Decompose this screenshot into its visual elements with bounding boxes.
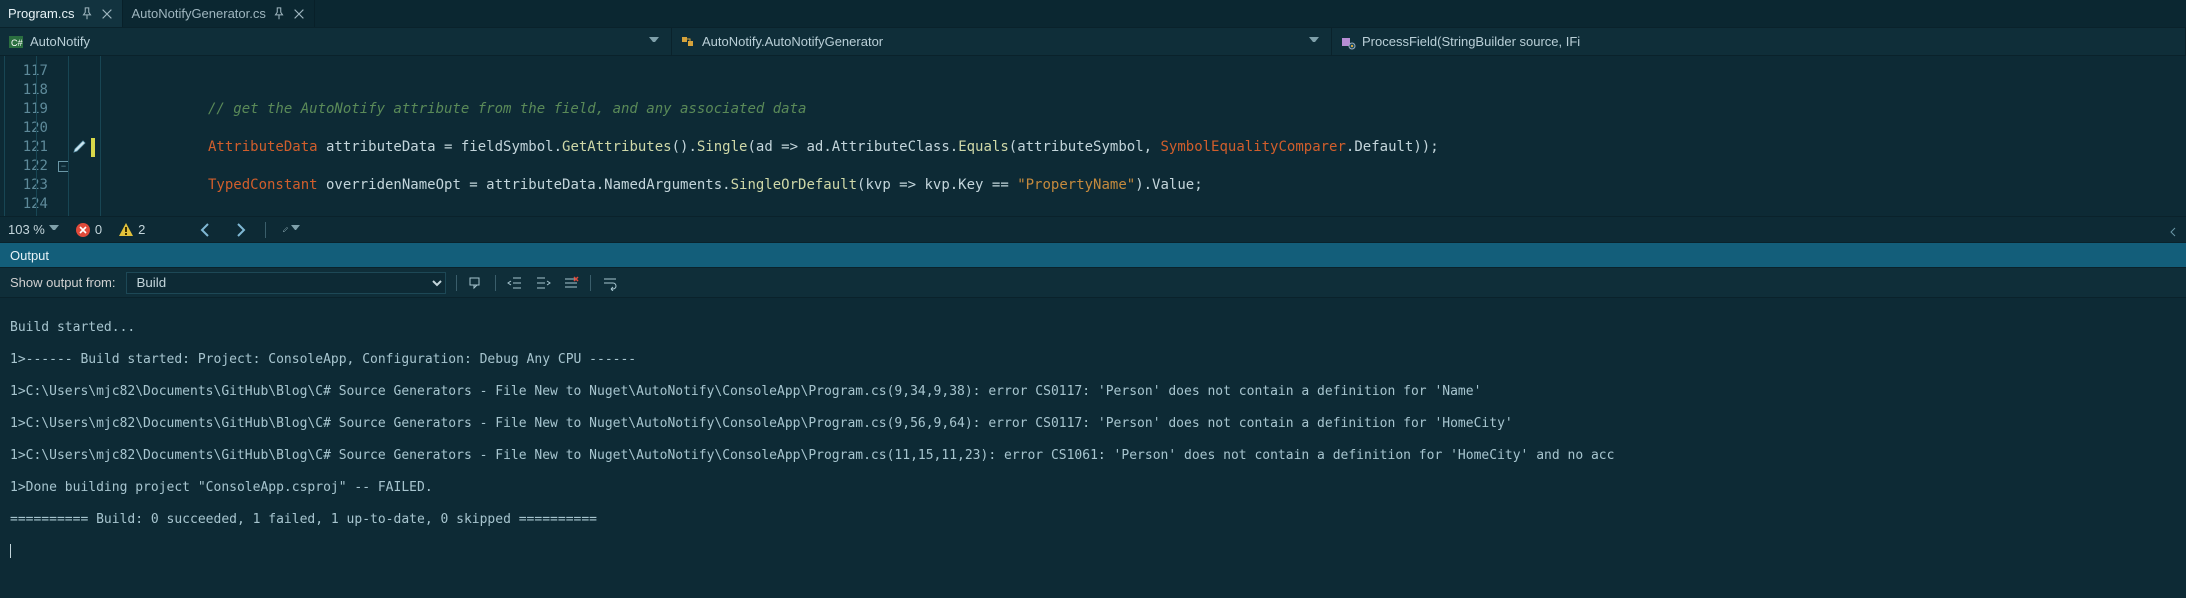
nav-scope-text: AutoNotify (30, 34, 90, 49)
line-number: 121 (0, 138, 48, 157)
line-number: 117 (0, 62, 48, 81)
nav-class-dropdown[interactable]: AutoNotify.AutoNotifyGenerator (672, 28, 1332, 55)
chevron-down-icon[interactable] (49, 225, 59, 235)
chevron-down-icon[interactable] (649, 35, 663, 49)
separator (495, 275, 496, 291)
tab-label: AutoNotifyGenerator.cs (131, 6, 265, 21)
code-token: // get the AutoNotify attribute from the… (208, 101, 806, 117)
warning-icon (118, 222, 134, 238)
output-line: 1>C:\Users\mjc82\Documents\GitHub\Blog\C… (10, 384, 2176, 400)
nav-member-dropdown[interactable]: ProcessField(StringBuilder source, IFi (1332, 28, 2186, 55)
error-number: 0 (95, 222, 102, 237)
output-panel-title[interactable]: Output (0, 242, 2186, 268)
tab-autonotifygenerator-cs[interactable]: AutoNotifyGenerator.cs (123, 0, 314, 27)
output-line: 1>Done building project "ConsoleApp.cspr… (10, 480, 2176, 496)
zoom-dropdown[interactable]: 103 % (8, 222, 59, 237)
document-tabstrip: Program.cs AutoNotifyGenerator.cs (0, 0, 2186, 28)
output-line: ========== Build: 0 succeeded, 1 failed,… (10, 512, 2176, 528)
line-number: 118 (0, 81, 48, 100)
code-token: overridenNameOpt = attributeData.NamedAr… (318, 177, 731, 193)
close-icon[interactable] (100, 7, 114, 21)
line-number: 120 (0, 119, 48, 138)
line-number-gutter: 117 118 119 120 121 122 123 124 (0, 56, 56, 216)
pin-icon[interactable] (272, 7, 286, 21)
nav-class-text: AutoNotify.AutoNotifyGenerator (702, 34, 883, 49)
scroll-left-icon[interactable] (2168, 225, 2178, 235)
error-count[interactable]: 0 (75, 222, 102, 238)
warning-count[interactable]: 2 (118, 222, 145, 238)
nav-back-button[interactable] (197, 221, 215, 239)
close-icon[interactable] (292, 7, 306, 21)
line-number: 123 (0, 176, 48, 195)
indent-right-icon[interactable] (534, 274, 552, 292)
output-caret (10, 544, 11, 558)
class-icon (680, 34, 696, 50)
svg-text:C#: C# (11, 38, 23, 48)
warning-number: 2 (138, 222, 145, 237)
error-icon (75, 222, 91, 238)
change-indicator (91, 138, 95, 157)
marker-gutter: − (56, 56, 96, 216)
chevron-down-icon[interactable] (1309, 35, 1323, 49)
code-token: "PropertyName" (1017, 177, 1135, 193)
code-token: GetAttributes (562, 139, 672, 155)
code-editor[interactable]: 117 118 119 120 121 122 123 124 − // get… (0, 56, 2186, 216)
show-output-label: Show output from: (10, 275, 116, 290)
indent-left-icon[interactable] (506, 274, 524, 292)
navigation-bar: C# AutoNotify AutoNotify.AutoNotifyGener… (0, 28, 2186, 56)
output-panel-toolbar: Show output from: Build (0, 268, 2186, 298)
csharp-file-icon: C# (8, 34, 24, 50)
line-number: 119 (0, 100, 48, 119)
zoom-value: 103 % (8, 222, 45, 237)
clear-all-icon[interactable] (562, 274, 580, 292)
code-area[interactable]: // get the AutoNotify attribute from the… (96, 56, 2186, 216)
nav-forward-button[interactable] (231, 221, 249, 239)
tab-program-cs[interactable]: Program.cs (0, 0, 123, 27)
editor-status-bar: 103 % 0 2 (0, 216, 2186, 242)
line-number: 122 (0, 157, 48, 176)
code-token: Equals (958, 139, 1009, 155)
separator (590, 275, 591, 291)
code-token: SymbolEqualityComparer (1160, 139, 1345, 155)
find-message-icon[interactable] (467, 274, 485, 292)
code-token: (kvp => kvp.Key == (857, 177, 1017, 193)
output-line: 1>C:\Users\mjc82\Documents\GitHub\Blog\C… (10, 448, 2176, 464)
panel-title-text: Output (10, 248, 49, 263)
output-line: Build started... (10, 320, 2176, 336)
brush-icon[interactable] (282, 221, 300, 239)
code-token: attributeData = fieldSymbol. (318, 139, 562, 155)
separator (265, 222, 266, 238)
code-token: (ad => ad.AttributeClass. (747, 139, 958, 155)
code-token: Single (697, 139, 748, 155)
tab-label: Program.cs (8, 6, 74, 21)
word-wrap-icon[interactable] (601, 274, 619, 292)
edit-pencil-icon (72, 139, 88, 155)
code-token: TypedConstant (208, 177, 318, 193)
output-line: 1>------ Build started: Project: Console… (10, 352, 2176, 368)
separator (456, 275, 457, 291)
code-token: (attributeSymbol, (1009, 139, 1161, 155)
code-token: SingleOrDefault (731, 177, 857, 193)
code-token: .Default)); (1346, 139, 1439, 155)
code-token: ).Value; (1135, 177, 1202, 193)
pin-icon[interactable] (80, 7, 94, 21)
code-token: (). (672, 139, 697, 155)
code-token: AttributeData (208, 139, 318, 155)
nav-member-text: ProcessField(StringBuilder source, IFi (1362, 34, 1580, 49)
output-line: 1>C:\Users\mjc82\Documents\GitHub\Blog\C… (10, 416, 2176, 432)
output-source-dropdown[interactable]: Build (126, 272, 446, 294)
output-text[interactable]: Build started... 1>------ Build started:… (0, 298, 2186, 569)
method-private-icon (1340, 34, 1356, 50)
line-number: 124 (0, 195, 48, 214)
nav-scope-dropdown[interactable]: C# AutoNotify (0, 28, 672, 55)
